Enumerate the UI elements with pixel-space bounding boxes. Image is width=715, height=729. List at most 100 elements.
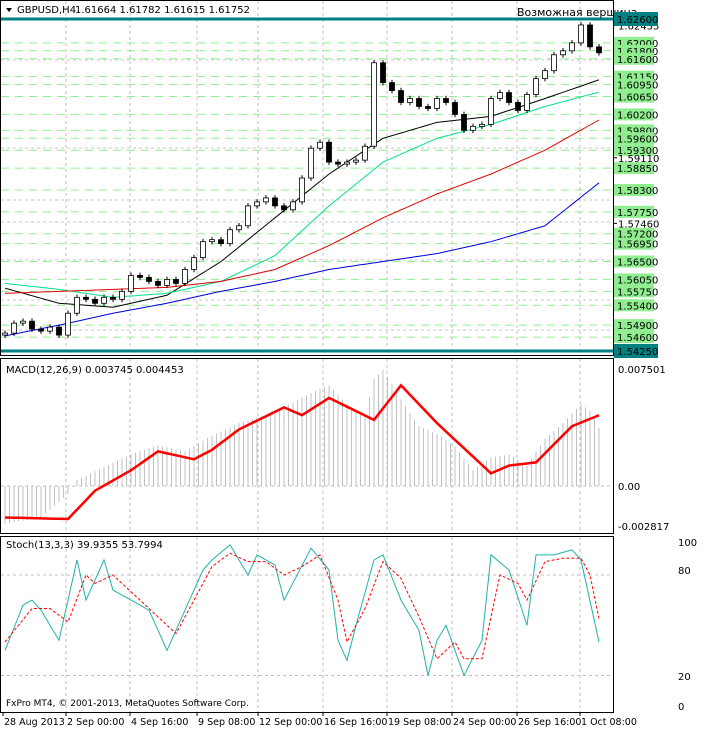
candle — [65, 312, 71, 336]
candle — [119, 290, 125, 300]
stoch-tick: 0 — [678, 702, 684, 713]
candle — [443, 98, 449, 103]
candle — [425, 106, 431, 109]
level-label: 1.59600 — [617, 134, 658, 145]
candle — [587, 24, 593, 48]
candle — [227, 229, 233, 245]
candle — [137, 275, 143, 278]
candle — [281, 205, 287, 211]
candle — [578, 24, 584, 44]
candle — [2, 332, 8, 336]
candle — [83, 296, 89, 300]
trading-chart[interactable]: GBPUSD,H4 1.61664 1.61782 1.61615 1.6175… — [0, 0, 715, 729]
level-label: 1.57750 — [617, 208, 658, 219]
macd-tick: 0.007501 — [618, 365, 666, 376]
candle — [416, 98, 422, 107]
price-panel[interactable]: GBPUSD,H4 1.61664 1.61782 1.61615 1.6175… — [0, 0, 660, 358]
candle — [263, 197, 269, 203]
candle — [11, 322, 17, 334]
candle — [398, 90, 404, 103]
candle — [146, 277, 152, 282]
macd-panel[interactable]: MACD(12,26,9) 0.003745 0.004453 0.007501… — [0, 358, 670, 534]
candle — [38, 328, 44, 332]
time-tick-label: 1 Oct 08:00 — [581, 717, 637, 728]
level-label: 1.58300 — [617, 186, 658, 197]
candle — [326, 141, 332, 163]
moving-averages — [4, 79, 600, 337]
time-tick-label: 16 Sep 16:00 — [324, 717, 387, 728]
stoch-tick: 100 — [678, 538, 697, 549]
price-tick-label: 1.57460 — [618, 219, 659, 230]
time-tick-label: 24 Sep 00:00 — [453, 717, 516, 728]
candle — [380, 62, 386, 84]
stoch-title: Stoch(13,3,3) 39.9355 53.7994 — [6, 540, 163, 551]
candle — [317, 141, 323, 149]
chart-header: GBPUSD,H4 — [17, 5, 76, 16]
candle — [506, 92, 512, 103]
level-label: 1.56950 — [617, 240, 658, 251]
level-label: 1.55400 — [617, 301, 658, 312]
price-axis: 1.620001.618001.616001.611501.609501.606… — [613, 12, 659, 358]
level-label: 1.61600 — [617, 55, 658, 66]
macd-marks — [4, 369, 600, 524]
candle — [110, 296, 116, 300]
candle — [362, 145, 368, 161]
candle — [299, 177, 305, 203]
time-tick-label: 9 Sep 08:00 — [198, 717, 255, 728]
candle — [452, 102, 458, 115]
candle — [434, 98, 440, 109]
level-label: 1.58850 — [617, 164, 658, 175]
copyright-footer: FxPro MT4, © 2001-2013, MetaQuotes Softw… — [6, 699, 249, 709]
candle — [101, 296, 107, 304]
candle — [182, 269, 188, 284]
candle — [524, 94, 530, 111]
level-label: 1.55750 — [617, 287, 658, 298]
candle — [461, 114, 467, 131]
time-tick-label: 19 Sep 08:00 — [388, 717, 451, 728]
time-tick-label: 12 Sep 00:00 — [259, 717, 322, 728]
candle — [29, 320, 35, 330]
stoch-panel[interactable]: Stoch(13,3,3) 39.9355 53.7994 100 80 20 … — [0, 536, 698, 714]
stoch-d-line — [4, 552, 600, 660]
candle — [470, 125, 476, 131]
candle — [20, 320, 26, 324]
candle — [200, 241, 206, 258]
time-tick-label: 4 Sep 16:00 — [131, 717, 188, 728]
level-label: 1.56050 — [617, 275, 658, 286]
candle — [515, 102, 521, 111]
key-level-label: 1.54250 — [617, 347, 658, 358]
ohlc-readout: 1.61664 1.61782 1.61615 1.61752 — [75, 5, 250, 16]
stoch-tick: 20 — [678, 672, 691, 683]
candle — [371, 62, 377, 147]
candle — [209, 239, 215, 243]
candle — [155, 281, 161, 286]
candle — [344, 161, 350, 165]
candle — [596, 46, 602, 54]
level-label: 1.60650 — [617, 93, 658, 104]
candle — [479, 123, 485, 127]
macd-tick: 0.00 — [618, 482, 640, 493]
candle — [74, 296, 80, 314]
level-label: 1.60200 — [617, 110, 658, 121]
candle — [569, 42, 575, 52]
price-tick-label: 1.59110 — [618, 154, 659, 165]
macd-title: MACD(12,26,9) 0.003745 0.004453 — [6, 365, 184, 376]
triangle-down-icon[interactable] — [6, 8, 12, 12]
candle — [335, 161, 341, 165]
candle — [542, 70, 548, 80]
stoch-k-line — [4, 544, 600, 677]
level-label: 1.60950 — [617, 81, 658, 92]
stoch-marks — [4, 544, 600, 677]
candle — [173, 279, 179, 284]
time-tick-label: 26 Sep 16:00 — [518, 717, 581, 728]
candle — [290, 201, 296, 211]
candle — [191, 257, 197, 270]
candle — [236, 225, 242, 231]
candle — [128, 275, 134, 292]
time-tick-label: 2 Sep 00:00 — [67, 717, 124, 728]
level-label: 1.54600 — [617, 333, 658, 344]
candle — [272, 197, 278, 207]
ma-line-blue — [4, 182, 600, 337]
level-label: 1.56500 — [617, 258, 658, 269]
level-label: 1.54900 — [617, 321, 658, 332]
